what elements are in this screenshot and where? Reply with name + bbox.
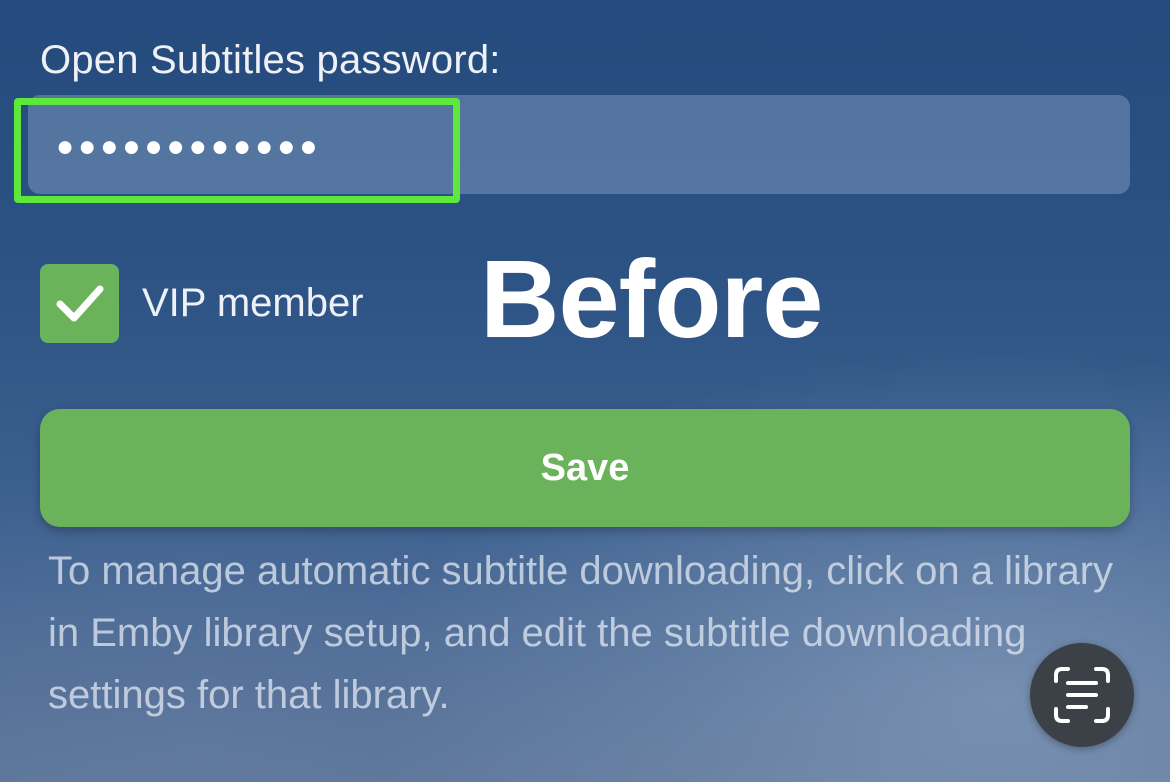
save-button[interactable]: Save	[40, 409, 1130, 527]
highlight-box	[14, 98, 460, 203]
checkmark-icon	[56, 285, 104, 322]
live-text-scan-icon	[1054, 667, 1110, 723]
vip-member-checkbox[interactable]	[40, 264, 119, 343]
save-button-label: Save	[540, 446, 630, 489]
live-text-scan-button[interactable]	[1030, 643, 1134, 747]
help-text: To manage automatic subtitle downloading…	[48, 549, 1114, 717]
vip-member-label[interactable]: VIP member	[142, 280, 364, 326]
password-label: Open Subtitles password:	[40, 38, 501, 82]
before-caption: Before	[480, 238, 823, 361]
